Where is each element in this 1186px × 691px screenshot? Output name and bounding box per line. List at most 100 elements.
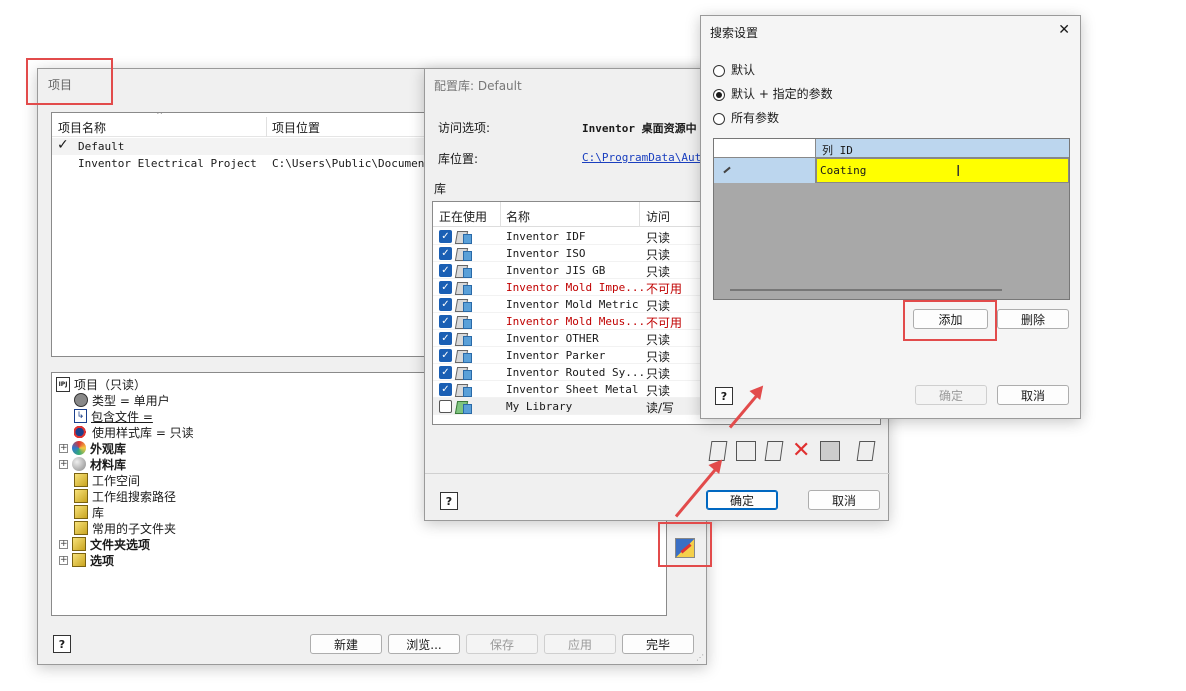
library-name: Inventor Mold Meus... (506, 315, 646, 328)
library-access: 只读 (646, 350, 671, 364)
option-all-params[interactable]: 所有参数 (713, 109, 779, 126)
browse-button[interactable]: 浏览... (388, 634, 460, 654)
tree-item-frequent-subfolders[interactable]: 常用的子文件夹 (74, 520, 176, 536)
grid-cell-editor[interactable]: Coating I (816, 158, 1069, 183)
tree-item-included-file[interactable]: ↳ 包含文件 = (74, 408, 153, 424)
highlight-configure-button (658, 522, 712, 567)
tree-item-appearance-library[interactable]: + 外观库 (59, 440, 126, 456)
in-use-checkbox[interactable]: ✓ (439, 383, 452, 396)
refresh-library-icon[interactable] (856, 441, 876, 461)
included-file-icon: ↳ (74, 409, 87, 423)
in-use-checkbox[interactable]: ✓ (439, 315, 452, 328)
tree-item-libraries[interactable]: 库 (74, 504, 104, 520)
new-library-icon[interactable] (764, 441, 784, 461)
in-use-checkbox[interactable]: ✓ (439, 366, 452, 379)
new-button[interactable]: 新建 (310, 634, 382, 654)
grid-corner (714, 139, 816, 158)
library-name: Inventor OTHER (506, 332, 599, 345)
cancel-button[interactable]: 取消 (808, 490, 880, 510)
library-icon (455, 263, 472, 278)
parameter-grid[interactable]: 列 ID Coating I (713, 138, 1070, 300)
in-use-checkbox[interactable]: ✓ (439, 349, 452, 362)
material-library-icon (72, 457, 86, 471)
location-link[interactable]: C:\ProgramData\Autod (582, 151, 702, 164)
active-check-icon: ✓ (57, 137, 69, 153)
in-use-checkbox[interactable]: ✓ (439, 298, 452, 311)
library-access: 只读 (646, 248, 671, 262)
tree-item-workspace[interactable]: 工作空间 (74, 472, 140, 488)
expand-icon[interactable]: + (59, 459, 68, 469)
tree-item-project[interactable]: IPJ 项目（只读） (56, 376, 146, 392)
in-use-checkbox[interactable]: ✓ (439, 264, 452, 277)
library-icon (455, 382, 472, 397)
library-icon (455, 246, 472, 261)
radio-selected-icon (713, 88, 725, 101)
column-in-use[interactable]: 正在使用 (439, 208, 487, 225)
in-use-checkbox[interactable]: ✓ (439, 332, 452, 345)
help-button[interactable]: ? (715, 387, 733, 405)
column-access[interactable]: 访问 (646, 208, 670, 225)
config-dialog-title: 配置库: Default (434, 79, 522, 93)
tree-item-style-library[interactable]: 使用样式库 = 只读 (74, 424, 194, 440)
tree-item-folder-options[interactable]: + 文件夹选项 (59, 536, 150, 552)
column-project-name[interactable]: 项目名称 (58, 119, 106, 136)
library-icon (455, 229, 472, 244)
project-name: Default (78, 140, 125, 153)
folder-cube-icon (72, 553, 86, 567)
library-name: Inventor Mold Impe... (506, 281, 646, 294)
library-name: My Library (506, 400, 573, 413)
grid-cell-value: Coating (820, 164, 867, 177)
column-divider (639, 202, 640, 227)
style-library-icon (74, 426, 88, 438)
cancel-button[interactable]: 取消 (997, 385, 1069, 405)
library-name: Inventor Parker (506, 349, 606, 362)
delete-button[interactable]: 删除 (997, 309, 1069, 329)
save-button[interactable]: 保存 (466, 634, 538, 654)
close-icon[interactable]: ✕ (1058, 22, 1070, 38)
grid-horizontal-scrollbar[interactable] (730, 289, 1002, 291)
tree-item-workgroup-paths[interactable]: 工作组搜索路径 (74, 488, 176, 504)
in-use-checkbox[interactable]: ✓ (439, 230, 452, 243)
ok-button[interactable]: 确定 (706, 490, 778, 510)
grid-row-header[interactable] (714, 158, 816, 183)
folder-cube-icon (74, 489, 88, 503)
search-settings-icon[interactable] (820, 441, 840, 461)
column-divider (500, 202, 501, 227)
column-name[interactable]: 名称 (506, 208, 530, 225)
apply-button[interactable]: 应用 (544, 634, 616, 654)
in-use-checkbox[interactable]: ✓ (439, 247, 452, 260)
in-use-checkbox[interactable]: ✓ (439, 400, 452, 413)
option-default[interactable]: 默认 (713, 61, 755, 78)
expand-icon[interactable]: + (59, 555, 68, 565)
help-button[interactable]: ? (440, 492, 458, 510)
tree-item-options[interactable]: + 选项 (59, 552, 114, 568)
highlight-project-title (26, 58, 113, 105)
in-use-checkbox[interactable]: ✓ (439, 281, 452, 294)
help-button[interactable]: ? (53, 635, 71, 653)
project-name: Inventor Electrical Project (78, 157, 257, 170)
location-label: 库位置: (438, 152, 479, 166)
library-access: 只读 (646, 299, 671, 313)
resize-grip[interactable]: ⋰ (696, 653, 704, 662)
edit-pencil-icon (723, 166, 731, 174)
library-icon (455, 280, 472, 295)
expand-icon[interactable]: + (59, 443, 68, 453)
expand-icon[interactable]: + (59, 539, 68, 549)
done-button[interactable]: 完毕 (622, 634, 694, 654)
tree-item-type[interactable]: 类型 = 单用户 (74, 392, 170, 408)
folder-cube-icon (74, 505, 88, 519)
ok-button[interactable]: 确定 (915, 385, 987, 405)
tree-item-material-library[interactable]: + 材料库 (59, 456, 126, 472)
library-name: Inventor ISO (506, 247, 586, 260)
column-project-location[interactable]: 项目位置 (272, 119, 320, 136)
search-dialog-title: 搜索设置 (710, 26, 759, 40)
library-name: Inventor JIS GB (506, 264, 606, 277)
grid-header-column-id[interactable]: 列 ID (816, 139, 1069, 158)
delete-library-icon[interactable]: ✕ (792, 438, 810, 463)
option-default-plus-params[interactable]: 默认 + 指定的参数 (713, 85, 833, 102)
library-name: Inventor IDF (506, 230, 586, 243)
library-properties-icon[interactable] (736, 441, 756, 461)
library-access: 只读 (646, 384, 671, 398)
access-value[interactable]: Inventor 桌面资源中 (582, 120, 702, 136)
library-access: 只读 (646, 265, 671, 279)
